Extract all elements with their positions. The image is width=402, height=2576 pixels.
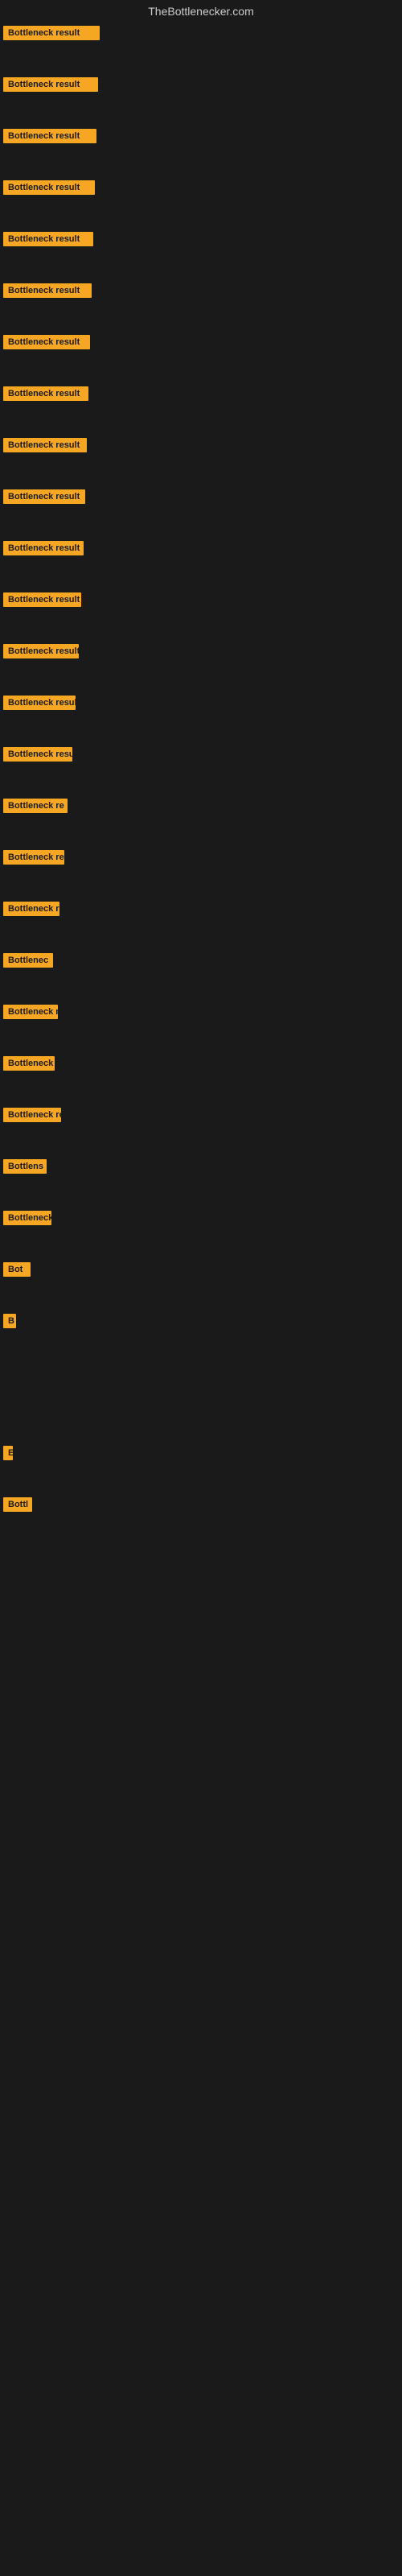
list-item: Bottleneck res (0, 1104, 402, 1128)
list-item: Bottlens (0, 1156, 402, 1179)
list-item: Bottleneck result (0, 538, 402, 561)
bottleneck-result-badge[interactable]: Bottleneck result (3, 180, 95, 195)
list-item: Bottleneck result (0, 23, 402, 46)
bottleneck-result-badge[interactable]: Bottleneck result (3, 26, 100, 40)
bottleneck-result-badge[interactable]: Bottleneck r (3, 902, 59, 916)
bottleneck-result-badge[interactable]: Bottleneck re (3, 799, 68, 813)
list-item: Bottleneck result (0, 383, 402, 407)
list-item: Bottleneck (0, 1208, 402, 1231)
bottleneck-result-badge[interactable]: Bottleneck r (3, 1005, 58, 1019)
bottleneck-result-badge[interactable]: Bottleneck result (3, 696, 76, 710)
list-item: Bottleneck (0, 1053, 402, 1076)
bottleneck-result-badge[interactable]: Bottleneck result (3, 129, 96, 143)
list-item: Bottleneck result (0, 744, 402, 767)
bottleneck-result-badge[interactable]: Bottleneck result (3, 489, 85, 504)
list-item: Bottleneck r (0, 898, 402, 922)
bottleneck-result-badge[interactable]: Bottleneck result (3, 644, 79, 658)
bottleneck-result-badge[interactable]: Bottleneck result (3, 438, 87, 452)
list-item: Bottleneck result (0, 177, 402, 200)
list-item: Bottleneck result (0, 435, 402, 458)
list-item: Bottleneck result (0, 589, 402, 613)
bottleneck-result-badge[interactable]: Bottleneck result (3, 592, 81, 607)
bottleneck-result-badge[interactable]: Bottleneck res (3, 1108, 61, 1122)
bottleneck-list: Bottleneck result Bottleneck result Bottle… (0, 23, 402, 1517)
list-item: Bottlenec (0, 950, 402, 973)
list-item: Bottleneck r (0, 1001, 402, 1025)
list-item: Bottleneck result (0, 74, 402, 97)
list-item: Bottl (0, 1494, 402, 1517)
list-item: B (0, 1311, 402, 1334)
bottleneck-result-badge[interactable]: Bottleneck result (3, 335, 90, 349)
list-item: Bot (0, 1259, 402, 1282)
list-item: Bottleneck result (0, 641, 402, 664)
list-item: Bottleneck re (0, 795, 402, 819)
list-item: Bottleneck result (0, 229, 402, 252)
list-item: Bottleneck result (0, 280, 402, 303)
bottleneck-result-badge[interactable]: Bottleneck result (3, 77, 98, 92)
bottleneck-result-badge[interactable]: Bot (3, 1262, 31, 1277)
bottleneck-result-badge[interactable]: Bottlenec (3, 953, 53, 968)
list-item (0, 1362, 402, 1378)
bottleneck-result-badge[interactable]: Bottleneck result (3, 747, 72, 762)
bottleneck-result-badge[interactable]: Bottleneck result (3, 232, 93, 246)
list-item: Bottleneck result (0, 486, 402, 510)
bottleneck-result-badge[interactable]: Bottleneck result (3, 386, 88, 401)
bottleneck-result-badge[interactable]: Bottleneck result (3, 283, 92, 298)
bottleneck-result-badge[interactable]: Bottleneck (3, 1211, 51, 1225)
list-item: Bottleneck result (0, 692, 402, 716)
bottleneck-result-badge[interactable]: Bottlens (3, 1159, 47, 1174)
bottleneck-result-badge[interactable]: Bottl (3, 1497, 32, 1512)
bottleneck-result-badge[interactable]: E (3, 1446, 13, 1460)
bottleneck-result-badge[interactable]: B (3, 1314, 16, 1328)
list-item: Bottleneck result (0, 332, 402, 355)
list-item: Bottleneck result (0, 126, 402, 149)
list-item: Bottleneck result (0, 847, 402, 870)
list-item: E (0, 1443, 402, 1466)
bottleneck-result-badge[interactable]: Bottleneck result (3, 541, 84, 555)
bottleneck-result-badge[interactable]: Bottleneck result (3, 850, 64, 865)
bottleneck-result-badge[interactable]: Bottleneck (3, 1056, 55, 1071)
site-title: TheBottlenecker.com (0, 0, 402, 23)
site-header: TheBottlenecker.com (0, 0, 402, 23)
